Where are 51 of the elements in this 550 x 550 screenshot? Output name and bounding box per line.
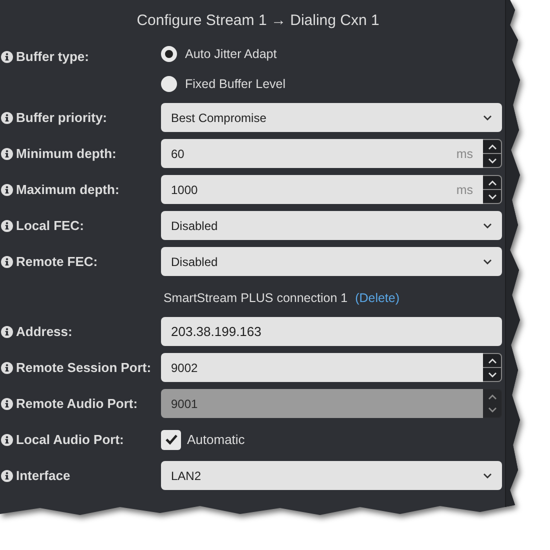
info-icon[interactable] <box>1 434 13 446</box>
select-dropdown[interactable]: LAN2 <box>161 461 502 490</box>
chevron-down-icon <box>483 258 492 264</box>
field-label: Maximum depth: <box>16 182 120 197</box>
info-icon[interactable] <box>1 50 13 62</box>
unit-label: ms <box>456 182 473 196</box>
number-field[interactable]: 9002 <box>161 353 483 382</box>
field-label: Buffer priority: <box>16 110 107 125</box>
number-field[interactable]: 1000 ms <box>161 175 483 204</box>
select-dropdown[interactable]: Disabled <box>161 247 502 276</box>
section-title: SmartStream PLUS connection 1 (Delete) <box>162 290 401 307</box>
field-label: Minimum depth: <box>16 146 116 161</box>
chevron-down-icon <box>488 372 496 378</box>
radio-option[interactable]: Fixed Buffer Level <box>161 72 502 96</box>
field-label: Address: <box>16 324 72 339</box>
checkbox[interactable]: Automatic <box>161 425 502 454</box>
chevron-up-icon <box>488 144 496 150</box>
input-field[interactable]: 203.38.199.163 <box>161 317 502 346</box>
info-icon[interactable] <box>1 256 13 268</box>
chevron-down-icon <box>488 407 496 414</box>
chevron-down-icon <box>483 472 492 478</box>
info-icon[interactable] <box>1 470 13 482</box>
info-icon[interactable] <box>1 184 13 196</box>
dialog-title: Configure Stream 1 → Dialing Cxn 1 <box>136 11 380 31</box>
field-label: Local FEC: <box>16 218 84 233</box>
select-dropdown[interactable]: Best Compromise <box>161 103 502 132</box>
radio-option[interactable]: Auto Jitter Adapt <box>161 42 502 66</box>
chevron-up-icon <box>488 180 496 186</box>
field-label: Interface <box>16 468 70 483</box>
info-icon[interactable] <box>1 220 13 232</box>
info-icon[interactable] <box>1 148 13 160</box>
field-label: Remote Session Port: <box>16 360 152 375</box>
chevron-up-icon <box>488 394 496 400</box>
chevron-up-icon <box>488 358 496 364</box>
delete-link[interactable]: (Delete) <box>355 291 400 305</box>
field-label: Remote FEC: <box>16 254 98 269</box>
field-label: Buffer type: <box>16 49 89 64</box>
chevron-down-icon <box>483 222 492 228</box>
number-field[interactable]: 60 ms <box>161 139 483 168</box>
chevron-down-icon <box>488 194 496 200</box>
chevron-down-icon <box>483 114 492 120</box>
info-icon[interactable] <box>1 112 13 124</box>
field-label: Local Audio Port: <box>16 432 124 447</box>
select-dropdown[interactable]: Disabled <box>161 211 502 240</box>
chevron-down-icon <box>488 158 496 164</box>
unit-label: ms <box>456 146 473 160</box>
info-icon[interactable] <box>1 362 13 374</box>
checkmark-icon <box>164 434 178 445</box>
info-icon[interactable] <box>1 326 13 338</box>
field-label: Remote Audio Port: <box>16 396 138 411</box>
info-icon[interactable] <box>1 398 13 410</box>
